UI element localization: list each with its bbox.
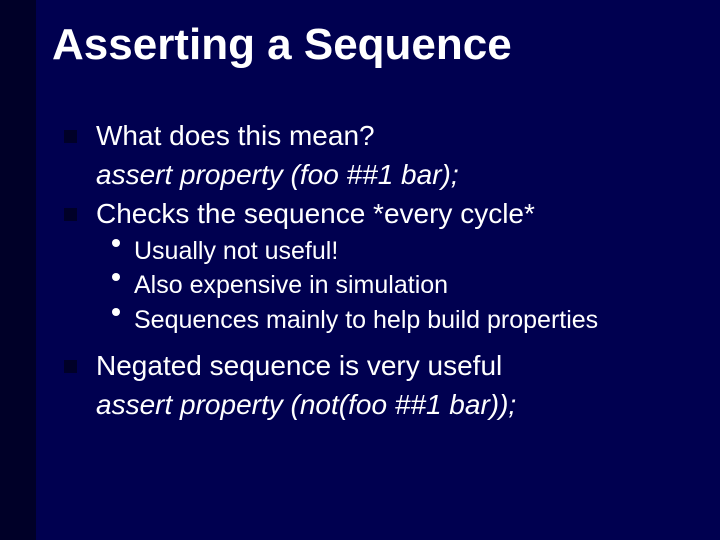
bullet-1-text: What does this mean?: [96, 120, 375, 151]
bullet-2-sub-3-text: Sequences mainly to help build propertie…: [134, 306, 598, 334]
bullet-2-sub-2-text: Also expensive in simulation: [134, 271, 448, 299]
bullet-3-text: Negated sequence is very useful: [96, 350, 502, 381]
square-bullet-icon: [64, 130, 77, 143]
dot-bullet-icon: [112, 273, 120, 281]
bullet-1: What does this mean?: [62, 118, 700, 155]
slide-body: What does this mean? assert property (fo…: [62, 118, 700, 426]
slide-title: Asserting a Sequence: [52, 20, 512, 70]
spacer: [62, 338, 700, 348]
dot-bullet-icon: [112, 308, 120, 316]
dot-bullet-icon: [112, 239, 120, 247]
bullet-2-sub-1: Usually not useful!: [62, 235, 700, 268]
square-bullet-icon: [64, 208, 77, 221]
bullet-3: Negated sequence is very useful: [62, 348, 700, 385]
slide: Asserting a Sequence What does this mean…: [0, 0, 720, 540]
bullet-1-code: assert property (foo ##1 bar);: [62, 157, 700, 194]
code-line-1: assert property (foo ##1 bar);: [96, 159, 459, 190]
square-bullet-icon: [64, 360, 77, 373]
bullet-2-sub-2: Also expensive in simulation: [62, 269, 700, 302]
bullet-3-code: assert property (not(foo ##1 bar));: [62, 387, 700, 424]
left-accent-bar: [0, 0, 36, 540]
bullet-2-sub-3: Sequences mainly to help build propertie…: [62, 304, 700, 337]
bullet-2-text: Checks the sequence *every cycle*: [96, 198, 535, 229]
bullet-2-sub-1-text: Usually not useful!: [134, 237, 338, 265]
bullet-2: Checks the sequence *every cycle*: [62, 196, 700, 233]
code-line-2: assert property (not(foo ##1 bar));: [96, 389, 516, 420]
